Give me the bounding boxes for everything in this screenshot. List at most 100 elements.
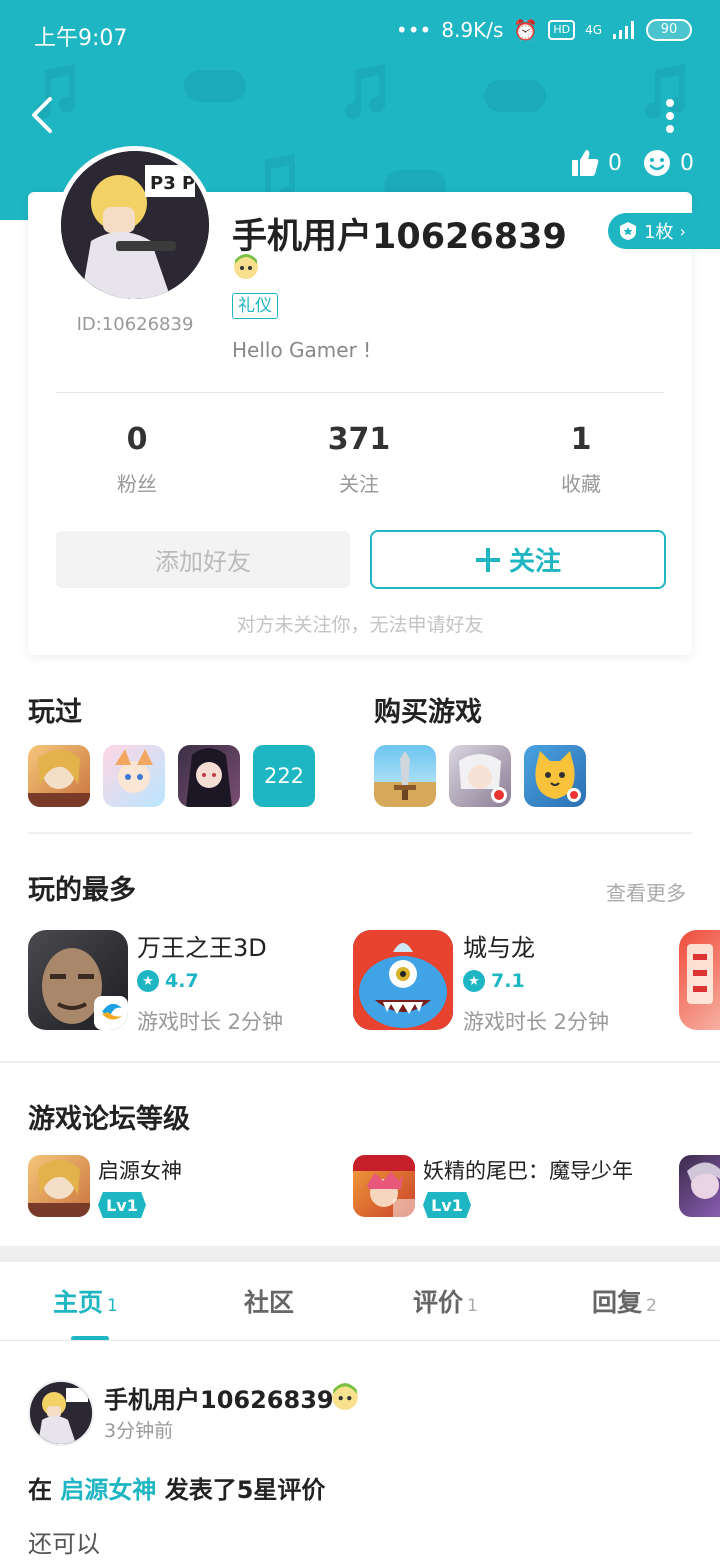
gamepad-icon xyxy=(484,80,546,112)
tab-label: 社区 xyxy=(244,1288,295,1317)
post-timestamp: 3分钟前 xyxy=(104,1420,174,1442)
played-game-thumb[interactable] xyxy=(103,745,165,807)
thumbs-up-icon xyxy=(572,150,599,176)
game-art-image xyxy=(115,749,153,793)
monster-game-image xyxy=(353,930,453,1030)
medal-count-pill[interactable]: 1枚 › xyxy=(608,213,720,249)
battery-indicator: 90 xyxy=(646,19,692,41)
game-rating: ★ 7.1 xyxy=(463,970,525,992)
tab-count: 1 xyxy=(107,1296,118,1316)
post-suffix: 发表了5星评价 xyxy=(164,1476,326,1504)
section-divider xyxy=(0,1061,720,1063)
add-friend-button[interactable]: 添加好友 xyxy=(56,531,350,588)
user-title-tag[interactable]: 礼仪 xyxy=(232,293,278,319)
dots-icon: ••• xyxy=(395,18,432,42)
hd-badge: HD xyxy=(548,20,576,40)
avatar[interactable]: P3 PERSONA3 xyxy=(56,146,214,304)
most-played-game-icon-partial[interactable] xyxy=(679,930,720,1030)
username: 手机用户10626839 xyxy=(232,217,567,257)
signal-type: 4G xyxy=(585,23,602,37)
most-played-title: 玩的最多 xyxy=(28,875,136,906)
purchased-game-thumb[interactable] xyxy=(374,745,436,807)
post-body-text: 还可以 xyxy=(28,1530,100,1558)
stat-value: 371 xyxy=(327,422,391,457)
rating-value: 4.7 xyxy=(165,970,199,992)
card-divider xyxy=(56,392,664,393)
purchased-game-thumb[interactable] xyxy=(449,745,511,807)
played-more-count[interactable]: 222 xyxy=(253,745,315,807)
forum-game-icon[interactable] xyxy=(28,1155,90,1217)
medal-shield-icon xyxy=(620,222,636,240)
most-played-game-name[interactable]: 万王之王3D xyxy=(137,928,267,963)
smile-face-icon xyxy=(644,150,670,176)
stat-label: 粉丝 xyxy=(117,472,157,496)
most-played-game-icon[interactable] xyxy=(28,930,128,1030)
chevron-right-icon: › xyxy=(679,221,686,241)
forum-level-badge: Lv1 xyxy=(98,1192,146,1218)
section-separator-band xyxy=(0,1246,720,1262)
stat-label: 收藏 xyxy=(561,472,601,496)
forum-game-name[interactable]: 妖精的尾巴：魔导少年 xyxy=(423,1155,633,1185)
post-author-name[interactable]: 手机用户10626839 xyxy=(104,1380,334,1415)
played-title: 玩过 xyxy=(28,697,82,728)
played-game-thumb[interactable] xyxy=(28,745,90,807)
section-divider xyxy=(28,832,692,834)
cat-game-image xyxy=(535,751,581,802)
forum-game-name[interactable]: 启源女神 xyxy=(98,1155,182,1185)
stat-favorites[interactable]: 1 收藏 xyxy=(501,420,661,497)
net-speed: 8.9K/s xyxy=(441,18,504,42)
like-counter[interactable]: 0 xyxy=(570,148,622,178)
game-art-image xyxy=(28,1160,90,1217)
sword-game-image xyxy=(394,751,416,800)
user-bio: Hello Gamer ! xyxy=(232,338,372,362)
game-art-image xyxy=(687,1162,720,1199)
game-art-image xyxy=(186,748,232,807)
star-icon: ★ xyxy=(137,970,159,992)
follow-button[interactable]: 关注 xyxy=(370,530,666,589)
see-more-link[interactable]: 查看更多 xyxy=(606,877,686,906)
user-id: ID:10626839 xyxy=(76,314,194,335)
rating-value: 7.1 xyxy=(491,970,525,992)
stat-following[interactable]: 371 关注 xyxy=(279,420,439,497)
smile-counter[interactable]: 0 xyxy=(642,148,694,178)
forum-level-badge: Lv1 xyxy=(423,1192,471,1218)
forum-game-icon-partial[interactable] xyxy=(679,1155,720,1217)
back-arrow-icon[interactable] xyxy=(26,95,60,135)
game-art-image xyxy=(28,750,90,807)
anniversary-game-image xyxy=(687,944,713,1004)
persona-avatar-image: P3 PERSONA3 xyxy=(61,151,209,299)
stat-label: 关注 xyxy=(339,472,379,496)
signal-bars-icon xyxy=(613,21,634,39)
stat-value: 1 xyxy=(570,422,592,457)
avatar-emoji-icon xyxy=(332,1383,358,1410)
tab-community[interactable]: 社区 xyxy=(244,1283,298,1319)
tab-reviews[interactable]: 评价 1 xyxy=(413,1283,478,1319)
more-options-icon[interactable] xyxy=(660,98,680,134)
play-duration: 游戏时长 2分钟 xyxy=(463,1010,610,1034)
tab-replies[interactable]: 回复 2 xyxy=(592,1283,657,1319)
game-art-image xyxy=(459,754,507,803)
play-duration: 游戏时长 2分钟 xyxy=(137,1010,284,1034)
tab-label: 评价 xyxy=(413,1288,464,1317)
tab-divider xyxy=(0,1340,720,1341)
tab-count: 1 xyxy=(467,1296,478,1316)
plus-icon xyxy=(475,547,500,572)
post-author-avatar[interactable] xyxy=(28,1380,94,1446)
purchased-title: 购买游戏 xyxy=(374,697,482,728)
status-icons: ••• 8.9K/s ⏰ HD 4G 90 xyxy=(396,18,692,42)
stat-fans[interactable]: 0 粉丝 xyxy=(57,420,217,497)
purchased-game-thumb[interactable] xyxy=(524,745,586,807)
tab-label: 回复 xyxy=(592,1288,643,1317)
alarm-icon: ⏰ xyxy=(513,18,539,42)
most-played-game-name[interactable]: 城与龙 xyxy=(463,928,535,963)
game-rating: ★ 4.7 xyxy=(137,970,199,992)
most-played-game-icon[interactable] xyxy=(353,930,453,1030)
star-icon: ★ xyxy=(463,970,485,992)
tab-label: 主页 xyxy=(53,1288,104,1317)
played-game-thumb[interactable] xyxy=(178,745,240,807)
forum-game-icon[interactable] xyxy=(353,1155,415,1217)
tab-home[interactable]: 主页 1 xyxy=(53,1283,118,1319)
status-time: 上午9:07 xyxy=(34,26,128,51)
avatar-emoji-icon xyxy=(234,254,258,279)
post-game-link[interactable]: 启源女神 xyxy=(60,1476,156,1504)
